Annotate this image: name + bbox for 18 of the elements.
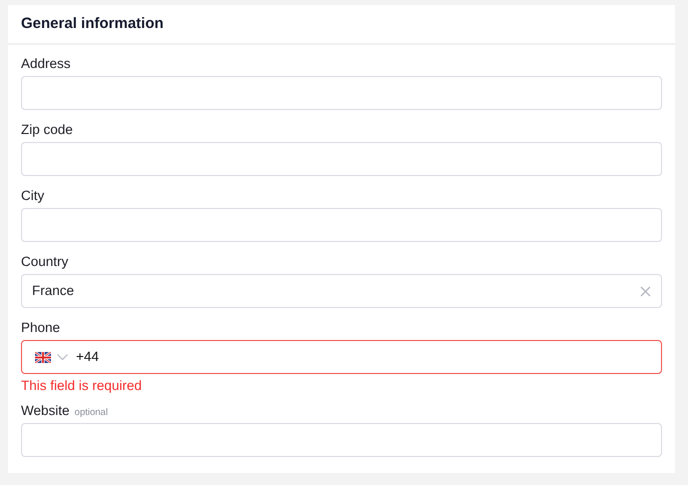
field-label: Address xyxy=(21,55,71,73)
field-label: Website xyxy=(21,402,70,420)
field-label: City xyxy=(21,187,44,205)
input-field[interactable] xyxy=(21,142,662,176)
field-label: Country xyxy=(21,253,68,271)
error-message: This field is required xyxy=(21,377,143,394)
field-label: Zip code xyxy=(21,121,73,139)
chevron-down-icon[interactable] xyxy=(57,354,68,360)
section-title: General information xyxy=(21,14,164,34)
field-label: Phone xyxy=(21,319,60,337)
input-field[interactable] xyxy=(21,76,662,110)
input-field[interactable] xyxy=(21,423,662,457)
clear-icon[interactable] xyxy=(640,286,651,296)
country-select[interactable]: France xyxy=(21,274,662,308)
optional-hint: optional xyxy=(74,406,108,420)
flag-icon[interactable] xyxy=(35,352,51,362)
input-field[interactable] xyxy=(21,208,662,242)
phone-field[interactable]: +44 xyxy=(21,340,662,374)
